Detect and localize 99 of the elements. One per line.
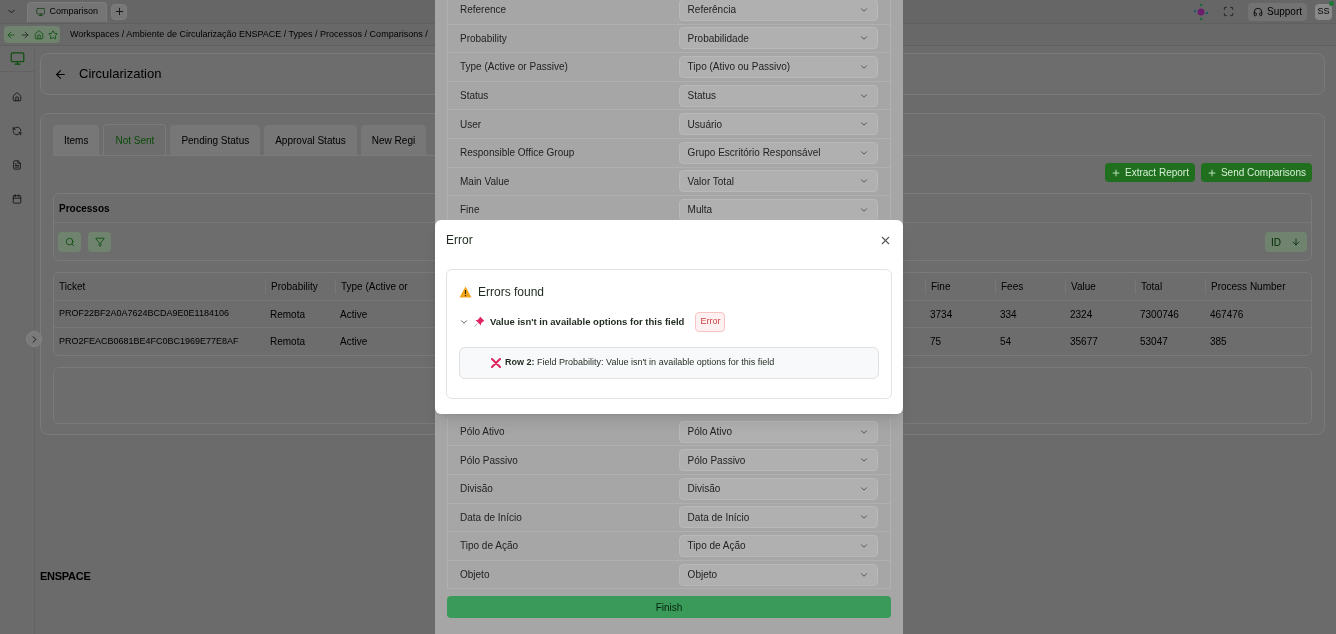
table-cell-text: Active bbox=[339, 335, 369, 349]
error-message: Row 2: Field Probability: Value isn't in available options for this field bbox=[505, 355, 775, 369]
warning-icon bbox=[459, 286, 472, 298]
table-cell-text: 53047 bbox=[1139, 335, 1169, 349]
cross-icon bbox=[491, 357, 501, 368]
column-header: Total bbox=[1135, 279, 1205, 294]
headset-icon bbox=[1252, 6, 1263, 17]
field-label: Type (Active or Passive) bbox=[460, 60, 569, 75]
table-cell-text: Active bbox=[339, 307, 369, 322]
star-icon[interactable] bbox=[48, 29, 58, 40]
tab[interactable]: Approval Status bbox=[264, 125, 357, 155]
new-tab-button[interactable] bbox=[111, 3, 127, 20]
finish-button[interactable]: Finish bbox=[447, 596, 891, 619]
field-label: Divisão bbox=[460, 482, 494, 497]
mapping-select[interactable]: Divisão bbox=[678, 477, 878, 500]
table-cell-text: 75 bbox=[929, 335, 943, 349]
table-cell-text: 385 bbox=[1209, 335, 1228, 349]
action-button[interactable]: Extract Report bbox=[1105, 163, 1195, 182]
support-button[interactable]: Support bbox=[1247, 2, 1307, 21]
field-label: Responsible Office Group bbox=[460, 146, 576, 161]
field-label: Main Value bbox=[460, 174, 511, 189]
monitor-icon[interactable] bbox=[9, 51, 25, 66]
column-header: Ticket bbox=[58, 280, 87, 294]
field-label: Probability bbox=[460, 31, 508, 46]
mapping-select[interactable]: Pólo Passivo bbox=[678, 449, 878, 472]
panel-title: Processos bbox=[59, 201, 110, 216]
errors-heading: Errors found bbox=[478, 284, 545, 301]
mapping-select[interactable]: Referência bbox=[678, 0, 878, 21]
tab[interactable]: New Regi bbox=[360, 125, 427, 155]
back-arrow-icon[interactable] bbox=[54, 67, 67, 81]
mapping-select[interactable]: Tipo de Ação bbox=[678, 534, 878, 557]
mapping-select[interactable]: Grupo Escritório Responsável bbox=[678, 141, 878, 164]
back-icon[interactable] bbox=[6, 29, 16, 40]
mapping-select[interactable]: Tipo (Ativo ou Passivo) bbox=[678, 56, 878, 78]
page-title: Circularization bbox=[79, 65, 162, 84]
mapping-select[interactable]: Pólo Ativo bbox=[678, 420, 878, 443]
mapping-select[interactable]: Multa bbox=[678, 198, 878, 221]
home-icon[interactable] bbox=[12, 92, 22, 102]
refresh-icon[interactable] bbox=[12, 126, 22, 136]
field-label: User bbox=[460, 117, 483, 132]
sort-button[interactable]: ID bbox=[1265, 232, 1307, 252]
app-logo-icon[interactable] bbox=[1192, 2, 1209, 21]
field-label: Pólo Ativo bbox=[460, 425, 506, 440]
mapping-select[interactable]: Probabilidade bbox=[678, 27, 878, 50]
filter-icon bbox=[94, 237, 105, 247]
fullscreen-icon[interactable] bbox=[1222, 6, 1234, 17]
field-label: Data de Início bbox=[460, 510, 523, 525]
error-badge: Error bbox=[695, 312, 726, 332]
action-button[interactable]: Send Comparisons bbox=[1200, 163, 1312, 182]
table-cell-text: 334 bbox=[999, 307, 1018, 322]
browser-tab[interactable]: Comparison bbox=[27, 1, 107, 22]
mapping-select[interactable]: Status bbox=[678, 84, 878, 107]
table-cell-text: PRO2FEACB0681BE4FC0BC1969E77E8AF bbox=[58, 334, 240, 348]
table-cell-text: Remota bbox=[269, 335, 306, 349]
breadcrumb: Workspaces / Ambiente de Circularização ENSPACE / Types / Processos / Comparisons / bbox=[70, 27, 428, 41]
field-label: Tipo de Ação bbox=[460, 539, 519, 554]
error-group-title: Value isn't in available options for this field bbox=[490, 314, 685, 329]
table-cell-text: 7300746 bbox=[1139, 307, 1180, 322]
chevron-down-icon bbox=[859, 62, 869, 72]
table-cell-text: 2324 bbox=[1069, 307, 1094, 322]
table-cell-text: 3734 bbox=[929, 307, 954, 322]
arrow-down-icon bbox=[1291, 237, 1301, 247]
dialog-title: Error bbox=[446, 232, 473, 249]
monitor-icon bbox=[36, 7, 46, 17]
collapse-handle[interactable] bbox=[26, 331, 42, 347]
calendar-icon[interactable] bbox=[12, 194, 22, 204]
plus-icon bbox=[1111, 167, 1122, 178]
brand-logo: ENSPACE bbox=[40, 570, 91, 582]
field-label: Fine bbox=[460, 203, 481, 218]
mapping-select[interactable]: Data de Início bbox=[678, 506, 878, 529]
user-avatar[interactable]: SS bbox=[1315, 3, 1332, 20]
field-label: Status bbox=[460, 89, 490, 104]
plus-icon bbox=[113, 6, 125, 17]
field-label: Reference bbox=[460, 3, 508, 18]
table-cell-text: 54 bbox=[999, 335, 1013, 349]
column-header: Probability bbox=[265, 279, 335, 294]
column-header: Value bbox=[1065, 279, 1135, 294]
forward-icon[interactable] bbox=[20, 29, 30, 40]
field-label: Objeto bbox=[460, 568, 491, 582]
document-icon[interactable] bbox=[12, 160, 22, 170]
search-icon bbox=[64, 237, 75, 247]
mapping-select[interactable]: Objeto bbox=[678, 563, 878, 586]
tab[interactable]: Pending Status bbox=[170, 125, 261, 155]
column-header: Process Number bbox=[1205, 279, 1290, 294]
search-button[interactable] bbox=[58, 232, 81, 252]
pushpin-icon bbox=[474, 316, 485, 328]
table-cell-text: PROF22BF2A0A7624BCDA9E0E1184106 bbox=[58, 307, 230, 321]
mapping-select[interactable]: Valor Total bbox=[678, 170, 878, 193]
field-label: Pólo Passivo bbox=[460, 453, 519, 468]
column-header: Fees bbox=[995, 279, 1065, 294]
tab[interactable]: Items bbox=[53, 125, 100, 155]
mapping-select[interactable]: Usuário bbox=[678, 113, 878, 136]
plus-icon bbox=[1206, 167, 1217, 178]
home-icon[interactable] bbox=[34, 29, 44, 40]
filter-button[interactable] bbox=[88, 232, 111, 252]
table-cell-text: Remota bbox=[269, 307, 306, 322]
table-cell-text: 467476 bbox=[1209, 307, 1245, 322]
table-cell-text: 35677 bbox=[1069, 335, 1099, 349]
column-header: Fine bbox=[925, 279, 995, 294]
